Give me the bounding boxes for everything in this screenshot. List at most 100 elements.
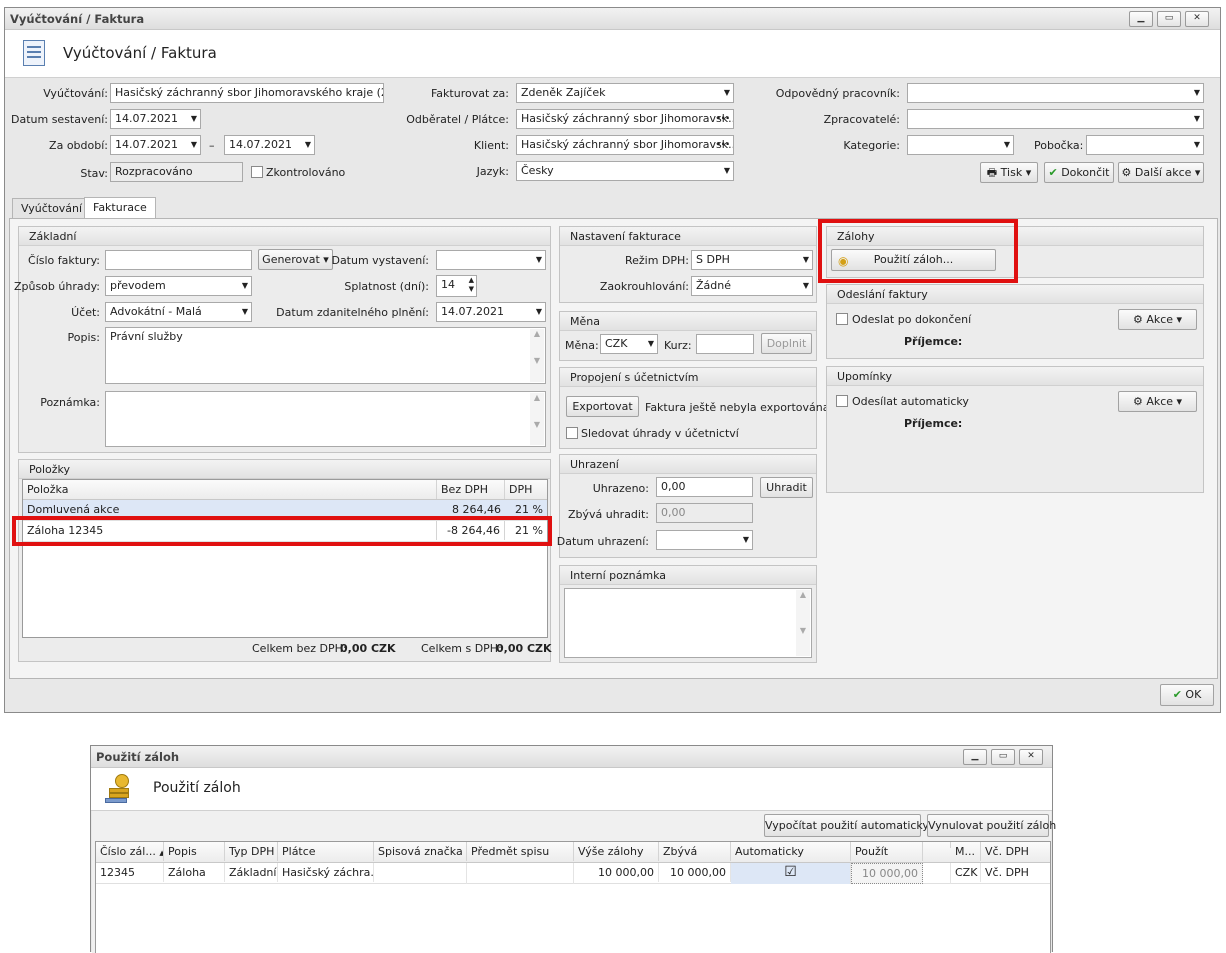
col-platce[interactable]: Plátce: [278, 842, 374, 861]
pouziti-zaloh-button[interactable]: ◉ Použití záloh...: [831, 249, 996, 271]
ucet-field[interactable]: Advokátní - Malá: [105, 302, 252, 322]
cislo-faktury-field[interactable]: [105, 250, 252, 270]
close-button[interactable]: ✕: [1185, 11, 1209, 27]
tab-fakturace[interactable]: Fakturace: [84, 197, 156, 218]
col-spisova[interactable]: Spisová značka: [374, 842, 467, 861]
col-vyse[interactable]: Výše zálohy: [574, 842, 659, 861]
generovat-button[interactable]: Generovat ▾: [258, 249, 333, 270]
uhradit-button[interactable]: Uhradit: [760, 477, 813, 498]
odesilat-automaticky-checkbox[interactable]: [836, 395, 848, 407]
main-titlebar: Vyúčtování / Faktura ▁ ▭ ✕: [5, 8, 1220, 30]
col-bez-dph[interactable]: Bez DPH: [437, 480, 505, 499]
exportovat-button[interactable]: Exportovat: [566, 396, 639, 417]
row-pouzit-field[interactable]: 10 000,00: [851, 863, 923, 884]
doplnit-button[interactable]: Doplnit: [761, 333, 812, 354]
zkontrolovano-checkbox[interactable]: [251, 166, 263, 178]
splatnost-field[interactable]: 14 ▲ ▼: [436, 275, 477, 297]
za-obdobi-from-field[interactable]: 14.07.2021: [110, 135, 201, 155]
table-row[interactable]: 12345 Záloha Základní Hasičský záchra...…: [96, 863, 1050, 884]
dalsi-akce-button[interactable]: ⚙ Další akce ▾: [1118, 162, 1204, 183]
zaokrouhlovani-field[interactable]: Žádné: [691, 276, 813, 296]
zpusob-uhrady-field[interactable]: převodem: [105, 276, 252, 296]
generovat-label: Generovat: [262, 253, 320, 266]
datum-vystaveni-field[interactable]: [436, 250, 546, 270]
popis-label: Popis:: [67, 331, 100, 344]
interni-title: Interní poznámka: [560, 566, 816, 585]
col-typ-dph[interactable]: Typ DPH: [225, 842, 278, 861]
rezim-dph-field[interactable]: S DPH: [691, 250, 813, 270]
popis-scrollbar[interactable]: ▲ ▼: [530, 329, 544, 382]
col-automaticky[interactable]: Automaticky: [731, 842, 851, 861]
spin-icon[interactable]: ▲ ▼: [469, 276, 474, 294]
sledovat-checkbox[interactable]: [566, 427, 578, 439]
splatnost-value: 14: [441, 278, 455, 291]
datum-sestaveni-field[interactable]: 14.07.2021: [110, 109, 201, 129]
fakturovat-za-field[interactable]: Zdeněk Zajíček: [516, 83, 734, 103]
interni-field[interactable]: ▲ ▼: [564, 588, 812, 658]
za-obdobi-to-field[interactable]: 14.07.2021: [224, 135, 315, 155]
printer-icon: 🖶: [986, 166, 998, 179]
table-row[interactable]: Záloha 12345 -8 264,46 21 %: [23, 521, 547, 542]
pobocka-field[interactable]: [1086, 135, 1204, 155]
dialog-close-button[interactable]: ✕: [1019, 749, 1043, 765]
kategorie-field[interactable]: [907, 135, 1014, 155]
popis-field[interactable]: Právní služby ▲ ▼: [105, 327, 546, 384]
jazyk-field[interactable]: Česky: [516, 161, 734, 181]
kategorie-label: Kategorie:: [843, 139, 900, 152]
datum-uhrazeni-field[interactable]: [656, 530, 753, 550]
vyuctovani-field[interactable]: Hasičský záchranný sbor Jihomoravského k…: [110, 83, 384, 103]
dialog-minimize-button[interactable]: ▁: [963, 749, 987, 765]
vypocitat-button[interactable]: Vypočítat použití automaticky: [764, 814, 929, 837]
col-polozka[interactable]: Položka: [23, 480, 437, 499]
mena-field[interactable]: CZK: [600, 334, 658, 354]
main-header-title: Vyúčtování / Faktura: [63, 44, 217, 62]
main-window: Vyúčtování / Faktura ▁ ▭ ✕ Vyúčtování / …: [4, 7, 1221, 713]
col-pouzit[interactable]: Použít: [851, 842, 923, 861]
duzp-label: Datum zdanitelného plnění:: [276, 306, 429, 319]
odberatel-field[interactable]: Hasičský záchranný sbor Jihomoravsk...: [516, 109, 734, 129]
upominky-akce-label: Akce: [1146, 395, 1174, 408]
ucet-label: Účet:: [71, 306, 100, 319]
minimize-button[interactable]: ▁: [1129, 11, 1153, 27]
col-dph[interactable]: DPH: [505, 480, 547, 499]
col-empty[interactable]: [923, 842, 951, 848]
row-automaticky-checkbox[interactable]: ☑: [731, 863, 851, 884]
row-bez-dph: 8 264,46: [452, 503, 501, 516]
dokoncit-button[interactable]: ✔ Dokončit: [1044, 162, 1114, 183]
odeslat-checkbox[interactable]: [836, 313, 848, 325]
interni-scrollbar[interactable]: ▲ ▼: [796, 590, 810, 656]
klient-field[interactable]: Hasičský záchranný sbor Jihomoravsk...: [516, 135, 734, 155]
odeslat-label: Odeslat po dokončení: [852, 313, 972, 326]
vynulovat-button[interactable]: Vynulovat použití záloh: [927, 814, 1056, 837]
col-zbyva[interactable]: Zbývá: [659, 842, 731, 861]
gear-icon: ⚙: [1121, 166, 1132, 179]
tab-vyuctovani[interactable]: Vyúčtování: [12, 198, 92, 218]
col-m[interactable]: M...: [951, 842, 981, 861]
zpusob-uhrady-label: Způsob úhrady:: [13, 280, 100, 293]
row-platce: Hasičský záchra...: [278, 863, 374, 882]
col-predmet[interactable]: Předmět spisu: [467, 842, 574, 861]
table-row[interactable]: Domluvená akce 8 264,46 21 %: [23, 500, 547, 521]
duzp-field[interactable]: 14.07.2021: [436, 302, 546, 322]
invoice-icon: [23, 40, 45, 66]
upominky-akce-button[interactable]: ⚙ Akce ▾: [1118, 391, 1197, 412]
rezim-dph-label: Režim DPH:: [624, 254, 689, 267]
dialog-maximize-button[interactable]: ▭: [991, 749, 1015, 765]
poznamka-field[interactable]: ▲ ▼: [105, 391, 546, 447]
ok-button[interactable]: ✔ OK: [1160, 684, 1214, 706]
poznamka-scrollbar[interactable]: ▲ ▼: [530, 393, 544, 445]
maximize-button[interactable]: ▭: [1157, 11, 1181, 27]
odesilat-automaticky-label: Odesílat automaticky: [852, 395, 969, 408]
col-vc-dph[interactable]: Vč. DPH: [981, 842, 1050, 861]
col-popis[interactable]: Popis: [164, 842, 225, 861]
uhrazeno-field[interactable]: 0,00: [656, 477, 753, 497]
odpovedny-field[interactable]: [907, 83, 1204, 103]
row-vyse: 10 000,00: [574, 863, 659, 882]
tisk-button[interactable]: 🖶 Tisk ▾: [980, 162, 1038, 183]
zpracovatele-field[interactable]: [907, 109, 1204, 129]
odeslani-akce-button[interactable]: ⚙ Akce ▾: [1118, 309, 1197, 330]
dokoncit-label: Dokončit: [1061, 166, 1110, 179]
kurz-field[interactable]: [696, 334, 754, 354]
poznamka-label: Poznámka:: [40, 396, 100, 409]
col-cislo[interactable]: Číslo zál... ▲: [96, 842, 164, 861]
